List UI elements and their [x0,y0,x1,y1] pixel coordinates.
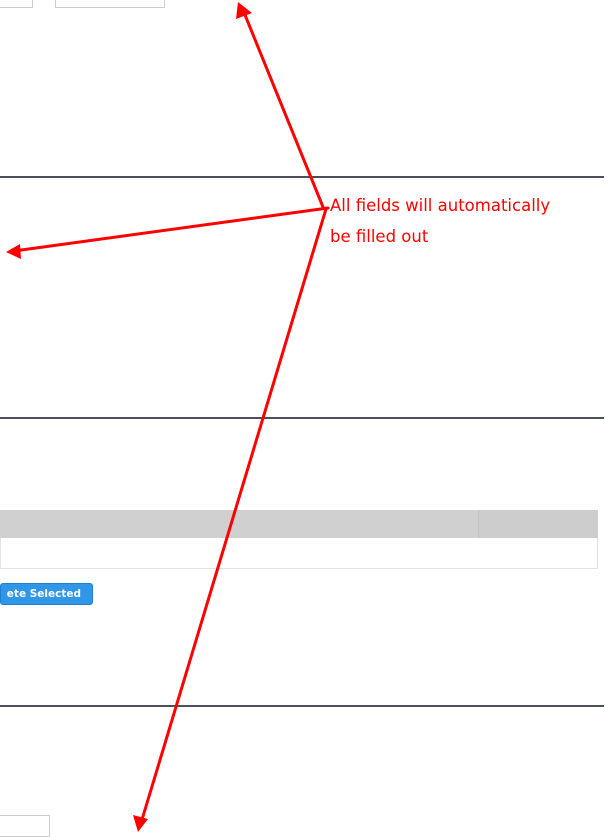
delete-selected-button[interactable]: ete Selected [0,583,93,605]
top-input-right[interactable] [55,0,165,8]
arrow-to-middle [12,206,330,253]
table-header-cell [478,510,598,538]
table-row[interactable] [0,538,598,569]
arrowhead-middle [6,244,21,259]
section-divider-1 [0,176,604,178]
arrowhead-top [236,2,252,19]
section-divider-3 [0,705,604,707]
annotation-line-1: All fields will automatically [330,196,551,215]
section-divider-2 [0,417,604,419]
bottom-input[interactable] [0,815,50,837]
top-input-left[interactable] [0,0,33,8]
table-header [0,510,598,538]
arrowhead-bottom [133,815,148,832]
annotation-line-2: be filled out [330,227,429,246]
annotation-callout: All fields will automatically be filled … [330,190,609,252]
